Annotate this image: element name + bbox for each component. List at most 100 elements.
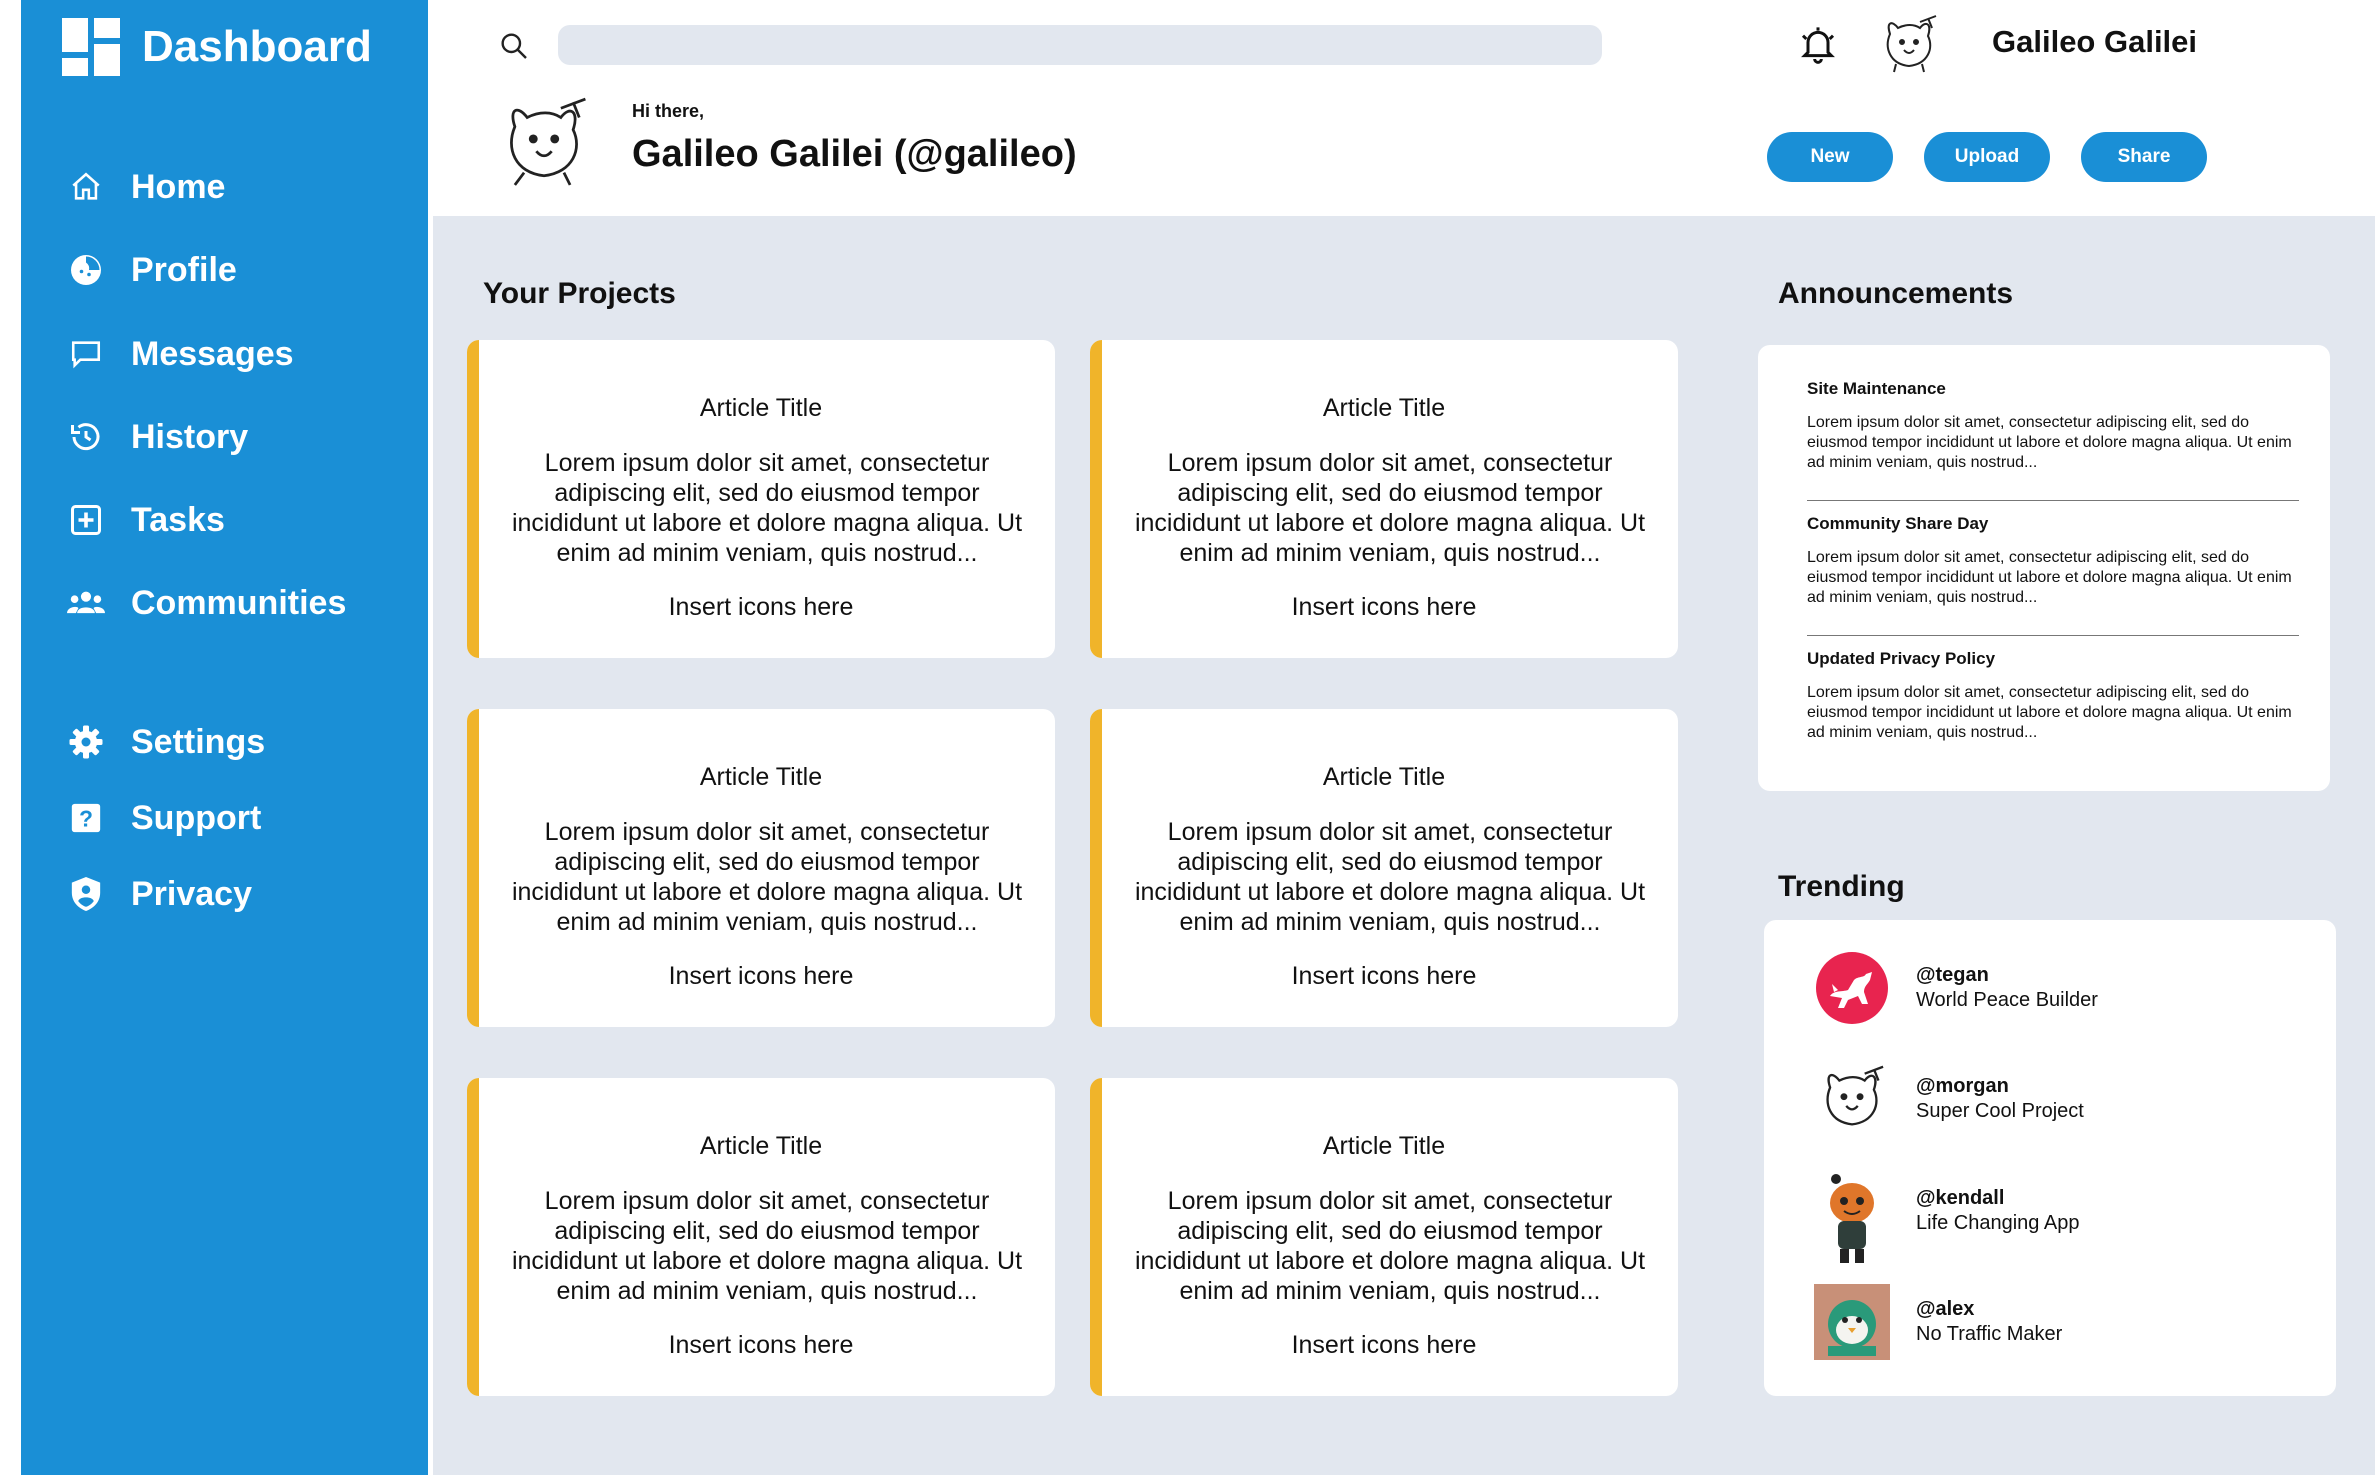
card-icons-placeholder: Insert icons here [1291,593,1477,621]
home-icon [67,168,105,206]
trending-handle: @morgan [1916,1075,2009,1097]
search-icon[interactable] [498,30,530,62]
projects-title: Your Projects [483,277,676,310]
history-icon [67,418,105,456]
sidebar-item-label: History [131,417,249,456]
divider [1807,635,2299,636]
card-icons-placeholder: Insert icons here [668,593,854,621]
trending-handle: @alex [1916,1298,1975,1320]
announcement-item[interactable]: Updated Privacy Policy Lorem ipsum dolor… [1807,649,2299,743]
sidebar-item-support[interactable]: ? Support [67,795,261,841]
announcement-title: Site Maintenance [1807,379,1946,398]
trending-description: Super Cool Project [1916,1100,2084,1122]
sidebar-item-profile[interactable]: Profile [67,247,237,293]
sidebar-item-home[interactable]: Home [67,164,225,210]
card-title: Article Title [699,394,823,422]
sidebar-item-label: Support [131,798,262,837]
card-body: Lorem ipsum dolor sit amet, consectetur … [511,1187,1023,1305]
announcement-text: Lorem ipsum dolor sit amet, consectetur … [1807,549,2292,606]
project-card[interactable]: Article Title Lorem ipsum dolor sit amet… [1090,709,1678,1027]
announcement-title: Community Share Day [1807,514,1989,533]
trending-description: World Peace Builder [1916,989,2098,1011]
card-body: Lorem ipsum dolor sit amet, consectetur … [1134,449,1646,567]
card-icons-placeholder: Insert icons here [668,962,854,990]
people-icon [67,584,105,622]
share-button[interactable]: Share [2081,132,2207,182]
sidebar-item-history[interactable]: History [67,414,248,460]
project-card[interactable]: Article Title Lorem ipsum dolor sit amet… [467,1078,1055,1396]
header-user-name[interactable]: Galileo Galilei [1992,24,2197,60]
announcement-text: Lorem ipsum dolor sit amet, consectetur … [1807,684,2292,741]
project-card[interactable]: Article Title Lorem ipsum dolor sit amet… [467,709,1055,1027]
sidebar-item-label: Privacy [131,874,252,913]
sidebar-item-label: Profile [131,250,237,289]
card-body: Lorem ipsum dolor sit amet, consectetur … [1134,818,1646,936]
trending-handle: @kendall [1916,1187,2005,1209]
card-title: Article Title [699,763,823,791]
trending-item[interactable]: @morgan Super Cool Project [1814,1061,2084,1137]
trending-panel: @tegan World Peace Builder @morgan Super… [1764,920,2336,1396]
cat-avatar-icon [1814,1061,1890,1137]
user-avatar[interactable] [1876,14,1942,74]
sidebar-item-label: Home [131,167,226,206]
penguin-avatar-icon [1814,1284,1890,1360]
sidebar-item-privacy[interactable]: Privacy [67,871,252,917]
help-icon: ? [67,799,105,837]
announcement-item[interactable]: Site Maintenance Lorem ipsum dolor sit a… [1807,379,2299,473]
trending-description: No Traffic Maker [1916,1323,2063,1345]
profile-icon [67,251,105,289]
add-task-icon [67,501,105,539]
project-card[interactable]: Article Title Lorem ipsum dolor sit amet… [1090,340,1678,658]
trending-item[interactable]: @tegan World Peace Builder [1814,950,2098,1026]
card-body: Lorem ipsum dolor sit amet, consectetur … [511,449,1023,567]
brand[interactable]: Dashboard [62,18,372,76]
svg-text:?: ? [79,806,93,832]
search-input[interactable] [558,25,1602,65]
gear-icon [67,723,105,761]
trending-handle: @tegan [1916,964,1989,986]
sidebar: Dashboard Home Profile Messages History … [21,0,428,1475]
announcements-panel: Site Maintenance Lorem ipsum dolor sit a… [1758,345,2330,791]
card-title: Article Title [1322,763,1446,791]
announcement-text: Lorem ipsum dolor sit amet, consectetur … [1807,414,2292,471]
announcements-title: Announcements [1778,277,2014,310]
project-card[interactable]: Article Title Lorem ipsum dolor sit amet… [1090,1078,1678,1396]
greeting-name: Galileo Galilei (@galileo) [632,133,1077,175]
sidebar-item-tasks[interactable]: Tasks [67,497,225,543]
dog-avatar-icon [1814,950,1890,1026]
card-title: Article Title [699,1132,823,1160]
profile-avatar [490,96,598,188]
card-title: Article Title [1322,1132,1446,1160]
sidebar-item-messages[interactable]: Messages [67,331,294,377]
sidebar-item-label: Settings [131,722,266,761]
divider [1807,500,2299,501]
card-body: Lorem ipsum dolor sit amet, consectetur … [511,818,1023,936]
card-icons-placeholder: Insert icons here [668,1331,854,1359]
sidebar-item-communities[interactable]: Communities [67,580,346,626]
card-icons-placeholder: Insert icons here [1291,1331,1477,1359]
announcement-title: Updated Privacy Policy [1807,649,1996,668]
shield-icon [67,875,105,913]
sidebar-item-settings[interactable]: Settings [67,719,265,765]
message-icon [67,335,105,373]
sidebar-item-label: Communities [131,583,347,622]
trending-item[interactable]: @alex No Traffic Maker [1814,1284,2062,1360]
greeting-text: Hi there, [632,101,705,121]
dashboard-page: Dashboard Home Profile Messages History … [0,0,2375,1475]
card-icons-placeholder: Insert icons here [1291,962,1477,990]
new-button[interactable]: New [1767,132,1893,182]
upload-button[interactable]: Upload [1924,132,2050,182]
character-avatar-icon [1814,1173,1890,1263]
card-body: Lorem ipsum dolor sit amet, consectetur … [1134,1187,1646,1305]
bell-icon[interactable] [1798,24,1838,64]
trending-title: Trending [1778,870,1905,903]
announcement-item[interactable]: Community Share Day Lorem ipsum dolor si… [1807,514,2299,608]
trending-description: Life Changing App [1916,1212,2080,1234]
brand-title: Dashboard [142,22,372,71]
trending-item[interactable]: @kendall Life Changing App [1814,1173,2080,1263]
project-card[interactable]: Article Title Lorem ipsum dolor sit amet… [467,340,1055,658]
card-title: Article Title [1322,394,1446,422]
sidebar-item-label: Messages [131,334,294,373]
sidebar-item-label: Tasks [131,500,225,539]
dashboard-logo-icon [62,18,120,76]
